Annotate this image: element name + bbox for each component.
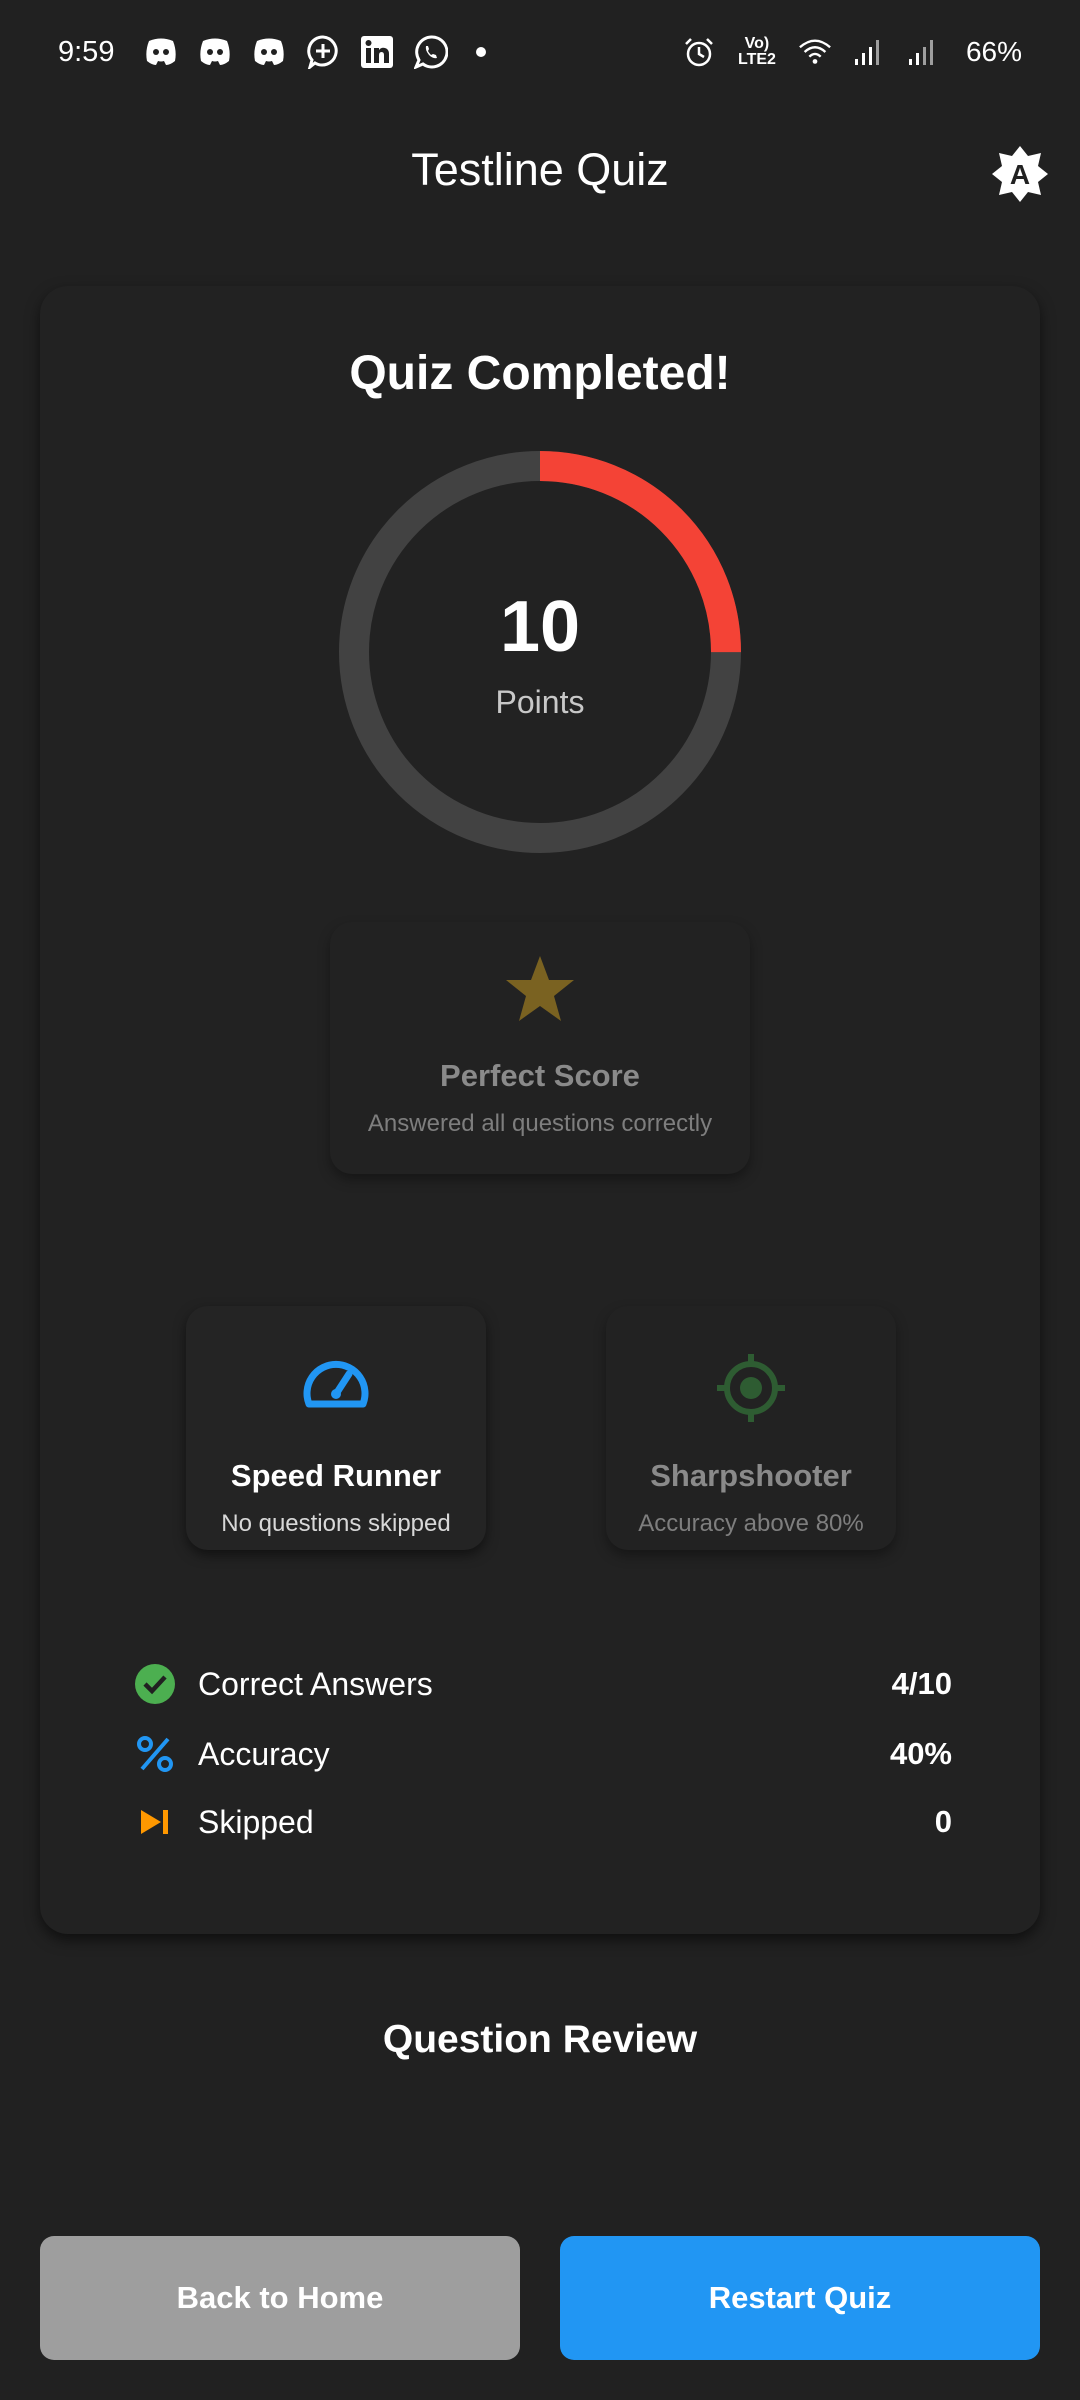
- brightness-auto-icon: A: [992, 146, 1048, 202]
- question-review-heading: Question Review: [382, 2018, 698, 2061]
- star-icon: [506, 956, 574, 1021]
- speedometer-icon: [303, 1360, 369, 1408]
- chat-plus-icon: [306, 35, 340, 69]
- quiz-completed-heading: Quiz Completed!: [349, 347, 731, 400]
- theme-toggle-button[interactable]: A: [990, 144, 1050, 204]
- wifi-icon: [798, 35, 832, 69]
- crosshair-icon: [717, 1354, 785, 1422]
- alarm-icon: [682, 35, 716, 69]
- stat-value: 40%: [889, 1736, 952, 1771]
- status-bar: 9:59 Vo) LTE2 66%: [0, 0, 1080, 104]
- discord-icon: [198, 35, 232, 69]
- stat-label: Accuracy: [198, 1735, 330, 1772]
- badge-perfect-score: Perfect Score Answered all questions cor…: [330, 922, 750, 1174]
- badge-speed-runner: Speed Runner No questions skipped: [186, 1306, 486, 1550]
- skip-next-icon: [132, 1799, 178, 1845]
- badge-sharpshooter: Sharpshooter Accuracy above 80%: [606, 1306, 896, 1550]
- score-unit: Points: [495, 684, 585, 720]
- status-left: 9:59: [58, 35, 487, 69]
- badge-desc: Accuracy above 80%: [638, 1510, 864, 1537]
- result-card: Quiz Completed! 10 Points Perfect Score …: [40, 286, 1040, 1934]
- badge-desc: Answered all questions correctly: [367, 1110, 713, 1137]
- restart-quiz-button[interactable]: Restart Quiz: [560, 2236, 1040, 2360]
- status-time: 9:59: [58, 35, 115, 68]
- stat-label: Skipped: [198, 1803, 314, 1840]
- linkedin-icon: [360, 35, 394, 69]
- badge-desc: No questions skipped: [221, 1510, 451, 1537]
- badge-title: Perfect Score: [440, 1058, 640, 1093]
- bottom-action-bar: Back to Home Restart Quiz: [0, 2196, 1080, 2400]
- whatsapp-icon: [414, 35, 449, 69]
- status-right: Vo) LTE2 66%: [682, 35, 1022, 69]
- stat-correct-answers: Correct Answers 4/10: [132, 1658, 952, 1710]
- discord-icon: [144, 35, 178, 69]
- svg-text:A: A: [1010, 159, 1030, 190]
- battery-percent: 66%: [965, 36, 1022, 67]
- badge-title: Sharpshooter: [650, 1458, 852, 1493]
- app-bar: Testline Quiz A: [0, 104, 1080, 236]
- back-to-home-button[interactable]: Back to Home: [40, 2236, 520, 2360]
- percent-icon: [132, 1731, 178, 1777]
- notification-dot: [476, 47, 487, 57]
- app-title: Testline Quiz: [411, 144, 669, 195]
- network-label: Vo) LTE2: [737, 35, 776, 68]
- check-circle-icon: [132, 1661, 178, 1707]
- stat-accuracy: Accuracy 40%: [132, 1728, 952, 1780]
- stat-value: 0: [934, 1804, 952, 1839]
- stat-label: Correct Answers: [198, 1665, 433, 1702]
- stat-value: 4/10: [891, 1666, 952, 1701]
- badge-title: Speed Runner: [230, 1458, 442, 1493]
- signal-icon: [852, 35, 886, 69]
- stat-skipped: Skipped 0: [132, 1796, 952, 1848]
- score-value: 10: [499, 587, 581, 667]
- discord-icon: [252, 35, 286, 69]
- signal-icon: [906, 35, 940, 69]
